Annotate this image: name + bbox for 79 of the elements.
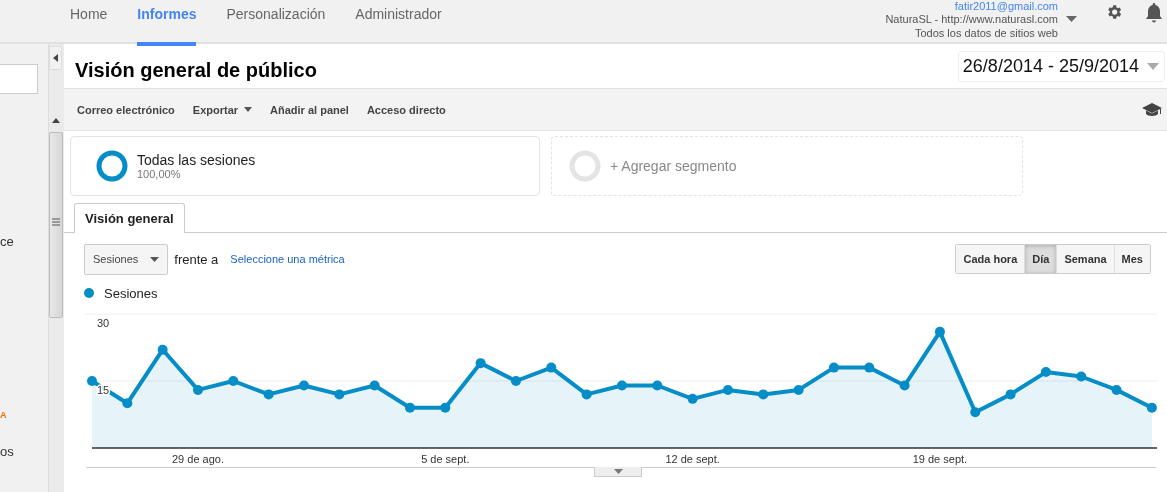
drag-handle-icon[interactable] [52,218,60,226]
y-tick-label: 30 [97,317,110,329]
data-point[interactable] [299,380,309,391]
date-range-picker[interactable]: 26/8/2014 - 25/9/2014 [957,50,1165,82]
nav-tab[interactable]: Administrador [355,0,442,46]
data-point[interactable] [122,398,133,409]
data-point[interactable] [334,389,345,400]
x-tick-label: 12 de sept. [665,453,720,465]
segment-name: Todas las sesiones [137,152,256,168]
settings-icon[interactable] [1105,3,1123,21]
granularity-button[interactable]: Cada hora [956,245,1025,273]
add-segment-card[interactable]: + Agregar segmento [551,136,1023,196]
report-tab[interactable]: Visión general [74,203,185,233]
data-point[interactable] [970,407,981,418]
nav-tab[interactable]: Personalización [226,0,326,46]
data-point[interactable] [157,344,168,355]
granularity-button[interactable]: Mes [1113,245,1150,273]
data-point[interactable] [193,384,203,395]
toolbar-button[interactable]: Correo electrónico [77,103,175,116]
data-point[interactable] [440,402,451,413]
nav-tab[interactable]: Home [70,0,108,46]
data-point[interactable] [1111,384,1122,395]
data-point[interactable] [828,362,839,373]
property-selector[interactable]: NaturaSL - http://www.naturasl.com [885,12,1058,26]
search-field[interactable] [0,64,38,94]
sidebar-item[interactable]: os [0,444,14,459]
toolbar-button[interactable]: Acceso directo [366,103,446,116]
sidebar-item[interactable]: ce [0,234,14,249]
data-point[interactable] [581,389,592,400]
data-point[interactable] [475,358,486,369]
caret-icon[interactable] [1066,16,1077,22]
data-point[interactable] [899,380,910,391]
expand-chart-tab[interactable] [594,467,642,477]
select-metric-link[interactable]: Seleccione una métrica [230,253,345,265]
toolbar-button[interactable]: Exportar [192,103,253,116]
donut-icon [568,149,602,183]
data-point[interactable] [1146,402,1157,413]
data-point[interactable] [793,384,804,395]
data-point[interactable] [1076,371,1087,382]
x-tick-label: 19 de sept. [912,453,968,465]
data-point[interactable] [228,376,239,386]
toolbar-button[interactable]: Añadir al panel [270,103,349,116]
granularity-button[interactable]: Día [1024,245,1057,273]
caret-icon [1147,62,1159,70]
caret-icon [150,256,160,262]
donut-icon [95,149,129,183]
graduation-cap-icon[interactable] [1142,102,1162,117]
triangle-up-icon [52,117,60,123]
data-point[interactable] [616,380,627,391]
versus-label: frente a [174,251,219,267]
data-point[interactable] [87,376,97,386]
add-segment-label: + Agregar segmento [610,158,737,174]
data-point[interactable] [652,380,663,391]
data-point[interactable] [510,376,521,386]
granularity-button[interactable]: Semana [1056,245,1114,273]
segment-share: 100,00% [137,168,182,180]
triangle-left-icon [53,54,58,62]
data-point[interactable] [1040,367,1051,378]
data-point[interactable] [369,380,380,391]
data-point[interactable] [687,393,698,404]
data-point[interactable] [404,402,415,413]
data-point[interactable] [1005,389,1016,400]
data-point[interactable] [722,384,733,395]
caret-icon [613,469,623,474]
scrollbar-thumb[interactable] [49,132,63,318]
metric-dropdown[interactable]: Sesiones [84,243,169,275]
segment-card[interactable]: Todas las sesiones 100,00% [70,136,540,196]
x-tick-label: 29 de ago. [172,453,224,465]
notification-bell-icon[interactable] [1145,2,1163,24]
collapse-button[interactable] [49,46,62,70]
legend-label: Sesiones [104,285,158,301]
data-point[interactable] [546,362,557,373]
data-point[interactable] [934,326,945,337]
view-name: Todos los datos de sitios web [914,26,1058,40]
x-tick-label: 5 de sept. [421,453,470,465]
data-point[interactable] [758,389,769,400]
data-point[interactable] [864,362,875,373]
page-title: Visión general de público [75,58,317,82]
data-point[interactable] [263,389,274,400]
